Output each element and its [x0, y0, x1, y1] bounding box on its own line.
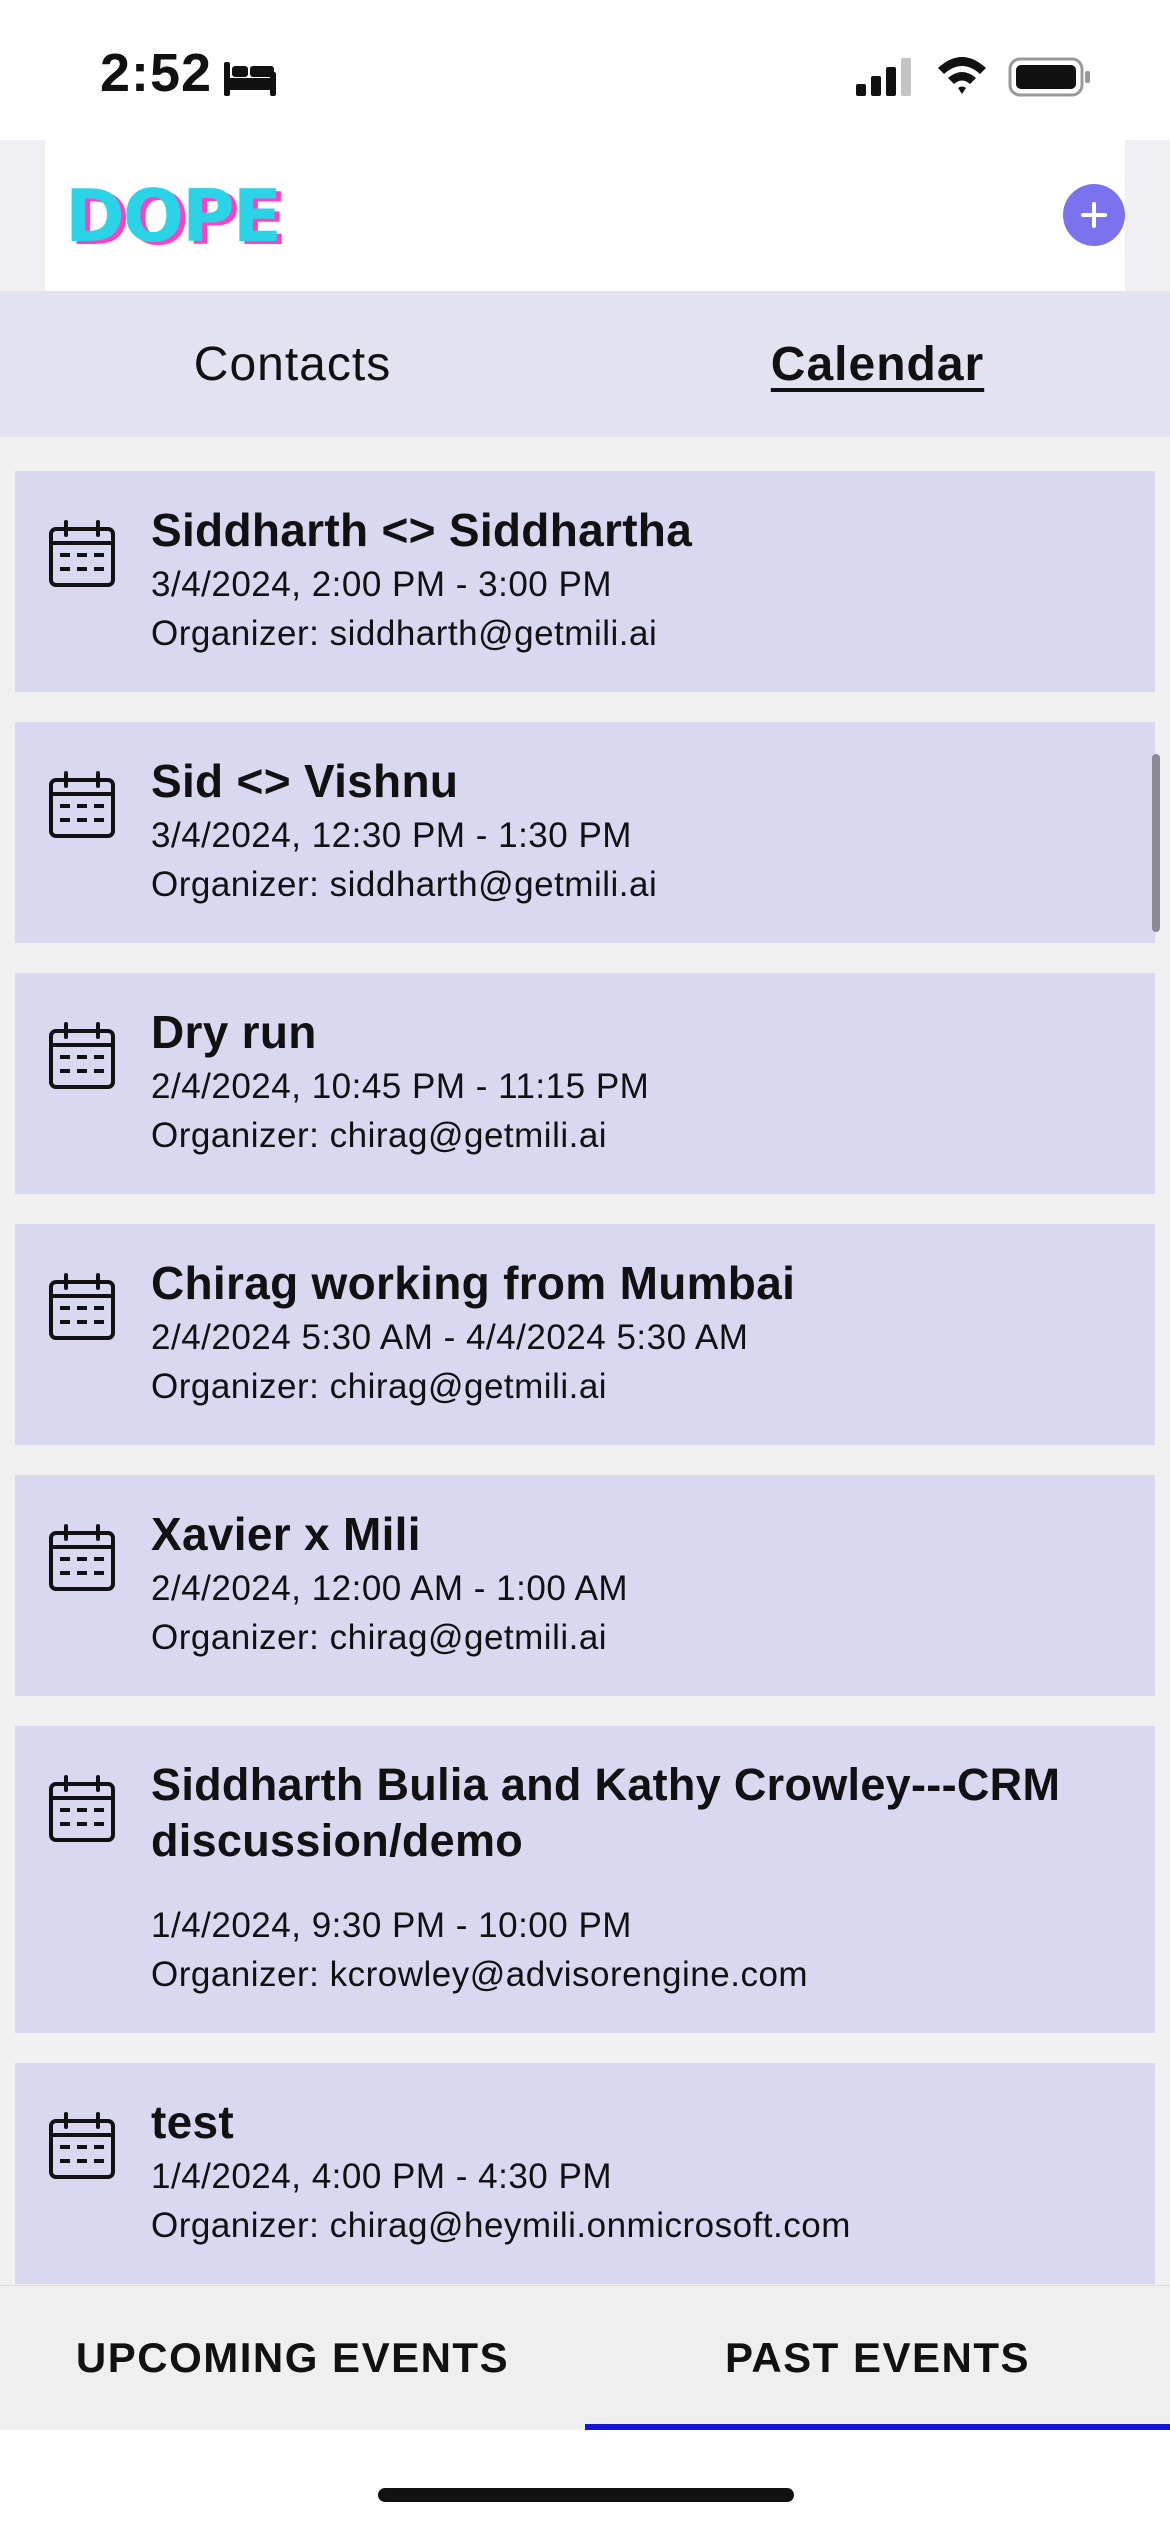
- event-title: Chirag working from Mumbai: [151, 1257, 796, 1309]
- calendar-icon: [49, 1775, 115, 1842]
- calendar-icon: [49, 2112, 115, 2179]
- app-screen: 2:52 DOPE Contacts Calendar Siddharth <>…: [0, 0, 1170, 2532]
- event-time: 3/4/2024, 2:00 PM - 3:00 PM: [151, 565, 612, 604]
- event-time: 2/4/2024, 12:00 AM - 1:00 AM: [151, 1569, 629, 1608]
- event-organizer: Organizer: kcrowley@advisorengine.com: [151, 1955, 809, 1994]
- event-organizer: Organizer: siddharth@getmili.ai: [151, 865, 658, 904]
- event-title: Siddharth Bulia and Kathy Crowley---CRM …: [151, 1759, 1061, 1866]
- home-indicator[interactable]: [378, 2488, 794, 2502]
- bottom-tab-bar: UPCOMING EVENTS PAST EVENTS: [0, 2285, 1170, 2429]
- event-card[interactable]: Siddharth Bulia and Kathy Crowley---CRM …: [15, 1726, 1155, 2033]
- battery-icon: [1008, 57, 1090, 97]
- event-organizer: Organizer: siddharth@getmili.ai: [151, 614, 658, 653]
- calendar-icon: [49, 520, 115, 587]
- event-card[interactable]: test 1/4/2024, 4:00 PM - 4:30 PM Organiz…: [15, 2063, 1155, 2284]
- top-tab-bar: Contacts Calendar: [0, 291, 1170, 437]
- event-organizer: Organizer: chirag@getmili.ai: [151, 1367, 608, 1406]
- event-time: 3/4/2024, 12:30 PM - 1:30 PM: [151, 816, 632, 855]
- tab-contacts[interactable]: Contacts: [0, 291, 585, 437]
- tab-upcoming-events[interactable]: UPCOMING EVENTS: [0, 2286, 585, 2430]
- signal-icon: [856, 58, 911, 96]
- event-card[interactable]: Xavier x Mili 2/4/2024, 12:00 AM - 1:00 …: [15, 1475, 1155, 1696]
- event-card[interactable]: Siddharth <> Siddhartha 3/4/2024, 2:00 P…: [15, 471, 1155, 692]
- bed-icon: [224, 62, 276, 96]
- event-title: Sid <> Vishnu: [151, 755, 459, 807]
- plus-circle-icon: [1081, 202, 1107, 228]
- calendar-icon: [49, 1022, 115, 1089]
- calendar-icon: [49, 1273, 115, 1340]
- tab-calendar[interactable]: Calendar: [585, 291, 1170, 437]
- add-button[interactable]: [1063, 184, 1125, 246]
- calendar-icon: [49, 1524, 115, 1591]
- event-time: 1/4/2024, 9:30 PM - 10:00 PM: [151, 1906, 632, 1945]
- event-time: 1/4/2024, 4:00 PM - 4:30 PM: [151, 2157, 612, 2196]
- event-title: Dry run: [151, 1006, 317, 1058]
- event-title: Xavier x Mili: [151, 1508, 421, 1560]
- event-organizer: Organizer: chirag@getmili.ai: [151, 1618, 608, 1657]
- tab-past-events[interactable]: PAST EVENTS: [585, 2286, 1170, 2430]
- event-card[interactable]: Dry run 2/4/2024, 10:45 PM - 11:15 PM Or…: [15, 973, 1155, 1194]
- event-time: 2/4/2024 5:30 AM - 4/4/2024 5:30 AM: [151, 1318, 749, 1357]
- home-area: [0, 2430, 1170, 2532]
- event-title: Siddharth <> Siddhartha: [151, 504, 693, 556]
- app-logo: DOPE: [65, 174, 282, 258]
- event-organizer: Organizer: chirag@heymili.onmicrosoft.co…: [151, 2206, 851, 2245]
- wifi-icon: [938, 57, 986, 94]
- calendar-icon: [49, 771, 115, 838]
- status-time: 2:52: [100, 43, 213, 103]
- header-bar: DOPE: [45, 140, 1125, 291]
- event-list[interactable]: Siddharth <> Siddhartha 3/4/2024, 2:00 P…: [0, 437, 1170, 2285]
- event-title: test: [151, 2096, 235, 2148]
- event-card[interactable]: Chirag working from Mumbai 2/4/2024 5:30…: [15, 1224, 1155, 1445]
- app-header: DOPE: [0, 140, 1170, 291]
- status-bar: 2:52: [0, 0, 1170, 140]
- scrollbar[interactable]: [1152, 754, 1160, 932]
- event-card[interactable]: Sid <> Vishnu 3/4/2024, 12:30 PM - 1:30 …: [15, 722, 1155, 943]
- event-time: 2/4/2024, 10:45 PM - 11:15 PM: [151, 1067, 650, 1106]
- event-organizer: Organizer: chirag@getmili.ai: [151, 1116, 608, 1155]
